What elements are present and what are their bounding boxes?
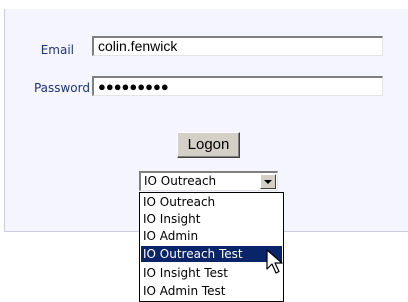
chevron-down-icon[interactable] (260, 174, 276, 189)
application-dropdown-list: IO Outreach IO Insight IO Admin IO Outre… (139, 192, 284, 302)
email-label: Email (40, 43, 74, 57)
logon-button[interactable]: Logon (177, 132, 240, 158)
email-field[interactable]: colin.fenwick (92, 36, 383, 56)
dropdown-option[interactable]: IO Admin (141, 228, 282, 244)
dropdown-option[interactable]: IO Admin Test (141, 283, 282, 299)
dropdown-option[interactable]: IO Insight (141, 211, 282, 227)
password-field[interactable]: ●●●●●●●●● (92, 76, 383, 96)
dropdown-option[interactable]: IO Outreach (141, 194, 282, 210)
dropdown-option[interactable]: IO Insight Test (141, 265, 282, 281)
application-select[interactable]: IO Outreach (139, 171, 278, 191)
password-label: Password (33, 81, 90, 95)
arrow-cursor-icon (266, 249, 283, 274)
select-value: IO Outreach (144, 174, 217, 188)
dropdown-option-highlighted[interactable]: IO Outreach Test (141, 246, 282, 262)
